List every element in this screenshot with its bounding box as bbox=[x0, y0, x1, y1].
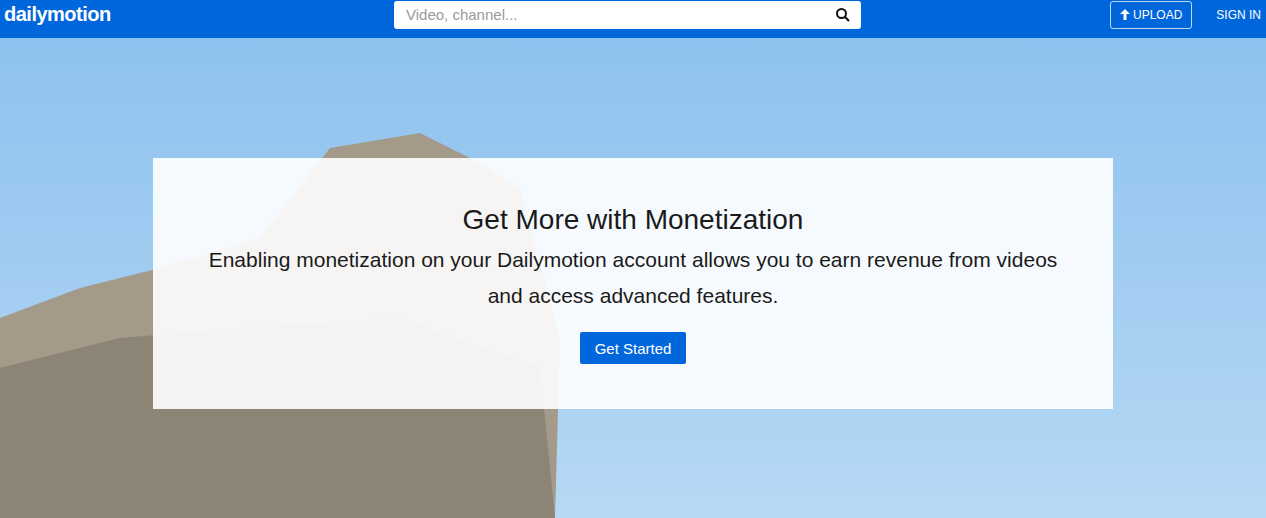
logo[interactable]: dailymotion bbox=[4, 3, 394, 36]
monetization-card: Get More with Monetization Enabling monet… bbox=[153, 158, 1113, 409]
search-icon[interactable] bbox=[835, 7, 851, 23]
card-text: Enabling monetization on your Dailymotio… bbox=[193, 242, 1073, 314]
page: dailymotion UPLOAD SIGN IN Get More with Mo… bbox=[0, 0, 1266, 518]
sign-in-link[interactable]: SIGN IN bbox=[1216, 8, 1261, 22]
card-title: Get More with Monetization bbox=[463, 202, 804, 238]
top-bar: dailymotion UPLOAD SIGN IN bbox=[0, 0, 1266, 38]
search-box bbox=[394, 1, 861, 29]
get-started-button[interactable]: Get Started bbox=[580, 332, 687, 364]
upload-label: UPLOAD bbox=[1133, 8, 1182, 22]
upload-arrow-icon bbox=[1120, 9, 1130, 20]
search-input[interactable] bbox=[404, 5, 835, 24]
hero-photo: Get More with Monetization Enabling monet… bbox=[0, 38, 1266, 518]
upload-button[interactable]: UPLOAD bbox=[1110, 1, 1192, 29]
